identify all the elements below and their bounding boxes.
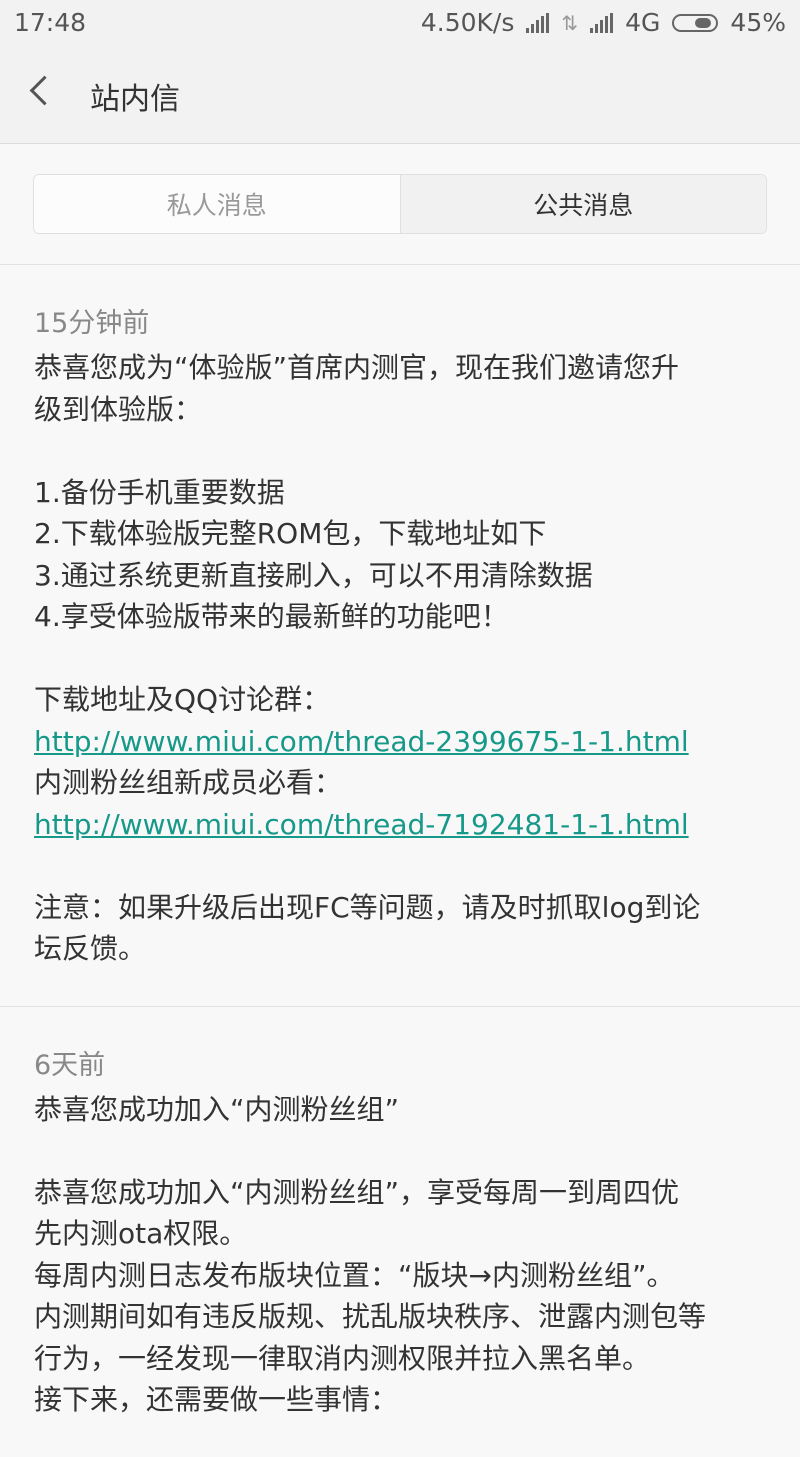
signal-icon-2	[590, 12, 614, 33]
battery-icon	[672, 13, 719, 32]
status-indicators: 4.50K/s ⇅ 4G 45%	[421, 8, 786, 37]
message-line: 2.下载体验版完整ROM包，下载地址如下	[34, 517, 547, 550]
download-link[interactable]: http://www.miui.com/thread-2399675-1-1.h…	[34, 721, 766, 763]
message-line: 坛反馈。	[34, 932, 147, 965]
message-time: 15分钟前	[34, 308, 150, 339]
message-line: 行为，一经发现一律取消内测权限并拉入黑名单。	[34, 1341, 651, 1375]
network-speed: 4.50K/s	[420, 8, 515, 37]
message-line: 恭喜您成为“体验版”首席内测官，现在我们邀请您升	[34, 351, 680, 384]
message-line: 恭喜您成功加入“内测粉丝组”，享受每周一到周四优	[34, 1175, 680, 1209]
data-transfer-icon: ⇅	[561, 10, 579, 35]
status-time: 17:48	[14, 8, 87, 37]
message-line: 级到体验版：	[34, 392, 203, 426]
back-arrow-icon[interactable]	[29, 75, 60, 106]
nav-bar: 站内信	[0, 46, 800, 144]
message-line: 4.享受体验版带来的最新鲜的功能吧！	[34, 600, 509, 633]
message-line: 内测期间如有违反版规、扰乱版块秩序、泄露内测包等	[34, 1300, 707, 1333]
message-line: 内测粉丝组新成员必看：	[34, 766, 343, 799]
signal-icon	[526, 12, 550, 33]
message-line: 恭喜您成功加入“内测粉丝组”	[34, 1092, 400, 1126]
tab-bar-container: 私人消息 公共消息	[0, 144, 800, 265]
message-line	[34, 638, 766, 680]
guide-link[interactable]: http://www.miui.com/thread-7192481-1-1.h…	[34, 804, 766, 846]
tab-bar: 私人消息 公共消息	[33, 174, 767, 234]
message-line: 3.通过系统更新直接刷入，可以不用清除数据	[34, 558, 593, 592]
message-line	[34, 845, 766, 887]
message-item[interactable]: 15分钟前 恭喜您成为“体验版”首席内测官，现在我们邀请您升 级到体验版： 1.…	[0, 265, 800, 1007]
page-title: 站内信	[90, 82, 180, 117]
status-bar: 17:48 4.50K/s ⇅ 4G 45%	[0, 0, 800, 46]
message-time: 6天前	[34, 1049, 106, 1081]
message-item[interactable]: 6天前 恭喜您成功加入“内测粉丝组” 恭喜您成功加入“内测粉丝组”，享受每周一到…	[0, 1007, 800, 1457]
message-line: 1.备份手机重要数据	[34, 475, 285, 509]
message-line	[34, 1130, 766, 1172]
message-line: 注意：如果升级后出现FC等问题，请及时抓取log到论	[34, 890, 701, 924]
message-line	[34, 430, 766, 472]
network-type: 4G	[625, 8, 661, 37]
tab-private-messages[interactable]: 私人消息	[34, 175, 400, 233]
message-line: 下载地址及QQ讨论群：	[34, 683, 331, 716]
tab-public-messages[interactable]: 公共消息	[399, 175, 766, 233]
message-line: 每周内测日志发布版块位置：“版块→内测粉丝组”。	[34, 1258, 675, 1292]
message-line: 先内测ota权限。	[34, 1217, 248, 1250]
message-line: 接下来，还需要做一些事情：	[34, 1383, 399, 1416]
message-list: 15分钟前 恭喜您成为“体验版”首席内测官，现在我们邀请您升 级到体验版： 1.…	[0, 265, 800, 1457]
battery-level: 45%	[730, 8, 786, 37]
